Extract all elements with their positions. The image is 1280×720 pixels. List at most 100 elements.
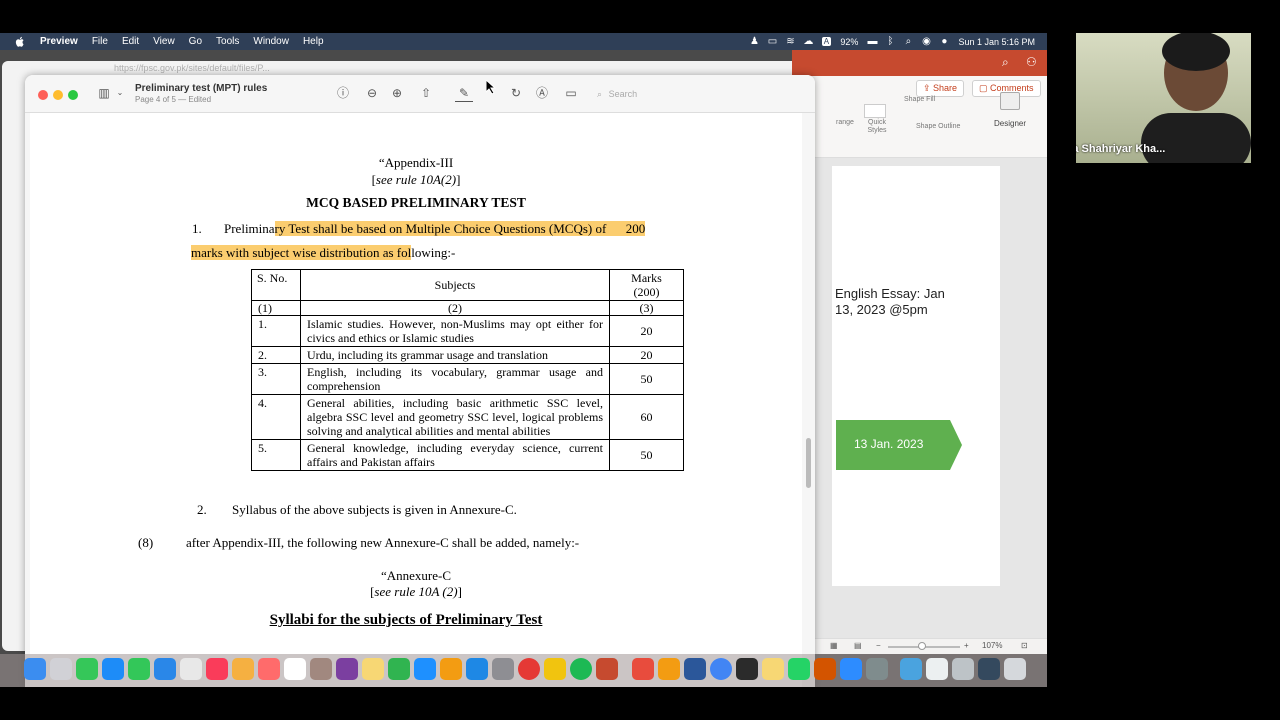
maps-icon[interactable] [154, 658, 176, 680]
safari-icon[interactable] [102, 658, 124, 680]
mail-icon[interactable] [632, 658, 654, 680]
google-chrome-icon[interactable] [710, 658, 732, 680]
zoom-window-button[interactable] [68, 90, 78, 100]
zoom-app-icon[interactable] [840, 658, 862, 680]
zoom-slider[interactable] [888, 642, 960, 650]
window-stack-icon[interactable] [978, 658, 1000, 680]
menu-help[interactable]: Help [303, 36, 324, 47]
slide-essay-text[interactable]: English Essay: Jan 13, 2023 @5pm [835, 286, 955, 318]
whatsapp-icon[interactable] [788, 658, 810, 680]
reminders-icon[interactable] [258, 658, 280, 680]
arrange-label[interactable]: range [836, 119, 854, 126]
control-center-icon[interactable]: ◉ [917, 36, 935, 47]
para1b-highlight[interactable]: marks with subject wise distribution as … [191, 245, 412, 260]
designer-icon[interactable] [1000, 92, 1020, 110]
youtube-icon[interactable] [518, 658, 540, 680]
zoom-in-button[interactable]: + [964, 641, 969, 650]
spotify-icon[interactable] [570, 658, 592, 680]
bluetooth-icon[interactable]: ᛒ [881, 36, 899, 47]
info-icon[interactable]: ⓘ [334, 84, 352, 102]
settings-icon[interactable] [492, 658, 514, 680]
downloads-folder-icon[interactable] [900, 658, 922, 680]
apple-icon[interactable] [14, 36, 26, 48]
fit-slide-icon[interactable]: ⊡ [1021, 641, 1028, 650]
quick-styles-label[interactable]: Quick Styles [865, 119, 889, 135]
user-icon[interactable]: ♟ [745, 36, 763, 47]
slide[interactable] [832, 166, 1000, 586]
menu-edit[interactable]: Edit [122, 36, 139, 47]
pages-icon[interactable] [440, 658, 462, 680]
input-source-icon[interactable]: A [817, 36, 835, 47]
word-icon[interactable] [684, 658, 706, 680]
facetime-icon[interactable] [76, 658, 98, 680]
utility-icon[interactable] [814, 658, 836, 680]
creative-cloud-icon[interactable]: ☁ [799, 36, 817, 47]
onenote-icon[interactable] [336, 658, 358, 680]
vertical-scrollbar[interactable] [803, 113, 815, 687]
music-icon[interactable] [206, 658, 228, 680]
launchpad-icon[interactable] [50, 658, 72, 680]
numbers-icon[interactable] [388, 658, 410, 680]
powerpoint-icon[interactable] [596, 658, 618, 680]
close-button[interactable] [38, 90, 48, 100]
menu-window[interactable]: Window [253, 36, 289, 47]
rotate-icon[interactable]: ↻ [507, 84, 525, 102]
calendar-icon[interactable] [284, 658, 306, 680]
document-stack-icon[interactable] [926, 658, 948, 680]
battery-icon[interactable]: ▬ [863, 36, 881, 47]
slides-icon[interactable] [544, 658, 566, 680]
books-icon[interactable] [658, 658, 680, 680]
menu-go[interactable]: Go [189, 36, 202, 47]
powerpoint-window[interactable]: ⌕ ⚇ ⇪ Share ▢ Comments range Quick Style… [792, 50, 1047, 654]
zoom-level[interactable]: 107% [982, 641, 1002, 650]
scrollbar-thumb[interactable] [806, 438, 811, 488]
pdf-page[interactable]: “Appendix-III [see rule 10A(2)] MCQ BASE… [30, 113, 802, 687]
markup-pen-icon[interactable]: ✎ [455, 84, 473, 102]
highlight-icon[interactable]: Ⓐ [533, 84, 551, 102]
search-icon[interactable]: ⌕ [899, 36, 917, 47]
minimize-button[interactable] [53, 90, 63, 100]
zoom-out-icon[interactable]: ⊖ [363, 84, 381, 102]
zoom-slider-thumb[interactable] [918, 642, 926, 650]
date-arrow-shape[interactable]: 13 Jan. 2023 [836, 420, 962, 470]
display-icon[interactable]: ▭ [763, 36, 781, 47]
zoom-in-icon[interactable]: ⊕ [388, 84, 406, 102]
menu-tools[interactable]: Tools [216, 36, 239, 47]
flag-icon[interactable]: ● [935, 36, 953, 47]
document-title[interactable]: Preliminary test (MPT) rules [135, 83, 267, 94]
quick-styles-icon[interactable] [864, 104, 886, 118]
share-icon[interactable]: ⇧ [417, 84, 435, 102]
terminal-icon[interactable] [736, 658, 758, 680]
view-icon[interactable]: ▦ [830, 641, 838, 650]
photos-icon[interactable] [232, 658, 254, 680]
notes-app-icon[interactable] [310, 658, 332, 680]
search-icon[interactable]: ⌕ [1002, 55, 1009, 70]
menu-file[interactable]: File [92, 36, 108, 47]
zoom-out-button[interactable]: − [876, 641, 881, 650]
zoom-participant-video[interactable]: Agha Shahriyar Kha... [1076, 33, 1251, 163]
designer-label[interactable]: Designer [994, 119, 1026, 128]
stickies-icon[interactable] [362, 658, 384, 680]
search-field[interactable]: ⌕ Search [593, 84, 808, 104]
shape-fill-button[interactable]: Shape Fill [904, 96, 935, 103]
chrome-icon[interactable] [180, 658, 202, 680]
menu-clock[interactable]: Sun 1 Jan 5:16 PM [958, 37, 1035, 47]
wifi-icon[interactable]: ≋ [781, 36, 799, 47]
screenshot-stack-icon[interactable] [952, 658, 974, 680]
chevron-down-icon[interactable]: ⌄ [111, 84, 129, 102]
share-button[interactable]: ⇪ Share [916, 80, 965, 97]
form-fill-icon[interactable]: ▭ [562, 84, 580, 102]
share-person-icon[interactable]: ⚇ [1026, 55, 1037, 69]
preview-window[interactable]: ▥ ⌄ Preliminary test (MPT) rules Page 4 … [25, 75, 815, 687]
notes-icon[interactable] [762, 658, 784, 680]
messages-icon[interactable] [128, 658, 150, 680]
notes-icon[interactable]: ▤ [854, 641, 862, 650]
shape-outline-button[interactable]: Shape Outline [916, 123, 960, 130]
menu-app-name[interactable]: Preview [40, 36, 78, 47]
para1-highlight[interactable]: ry Test shall be based on Multiple Choic… [274, 221, 646, 236]
trash-icon[interactable] [1004, 658, 1026, 680]
app-store-icon[interactable] [466, 658, 488, 680]
keynote-icon[interactable] [414, 658, 436, 680]
preview-app-icon[interactable] [866, 658, 888, 680]
menu-view[interactable]: View [153, 36, 175, 47]
